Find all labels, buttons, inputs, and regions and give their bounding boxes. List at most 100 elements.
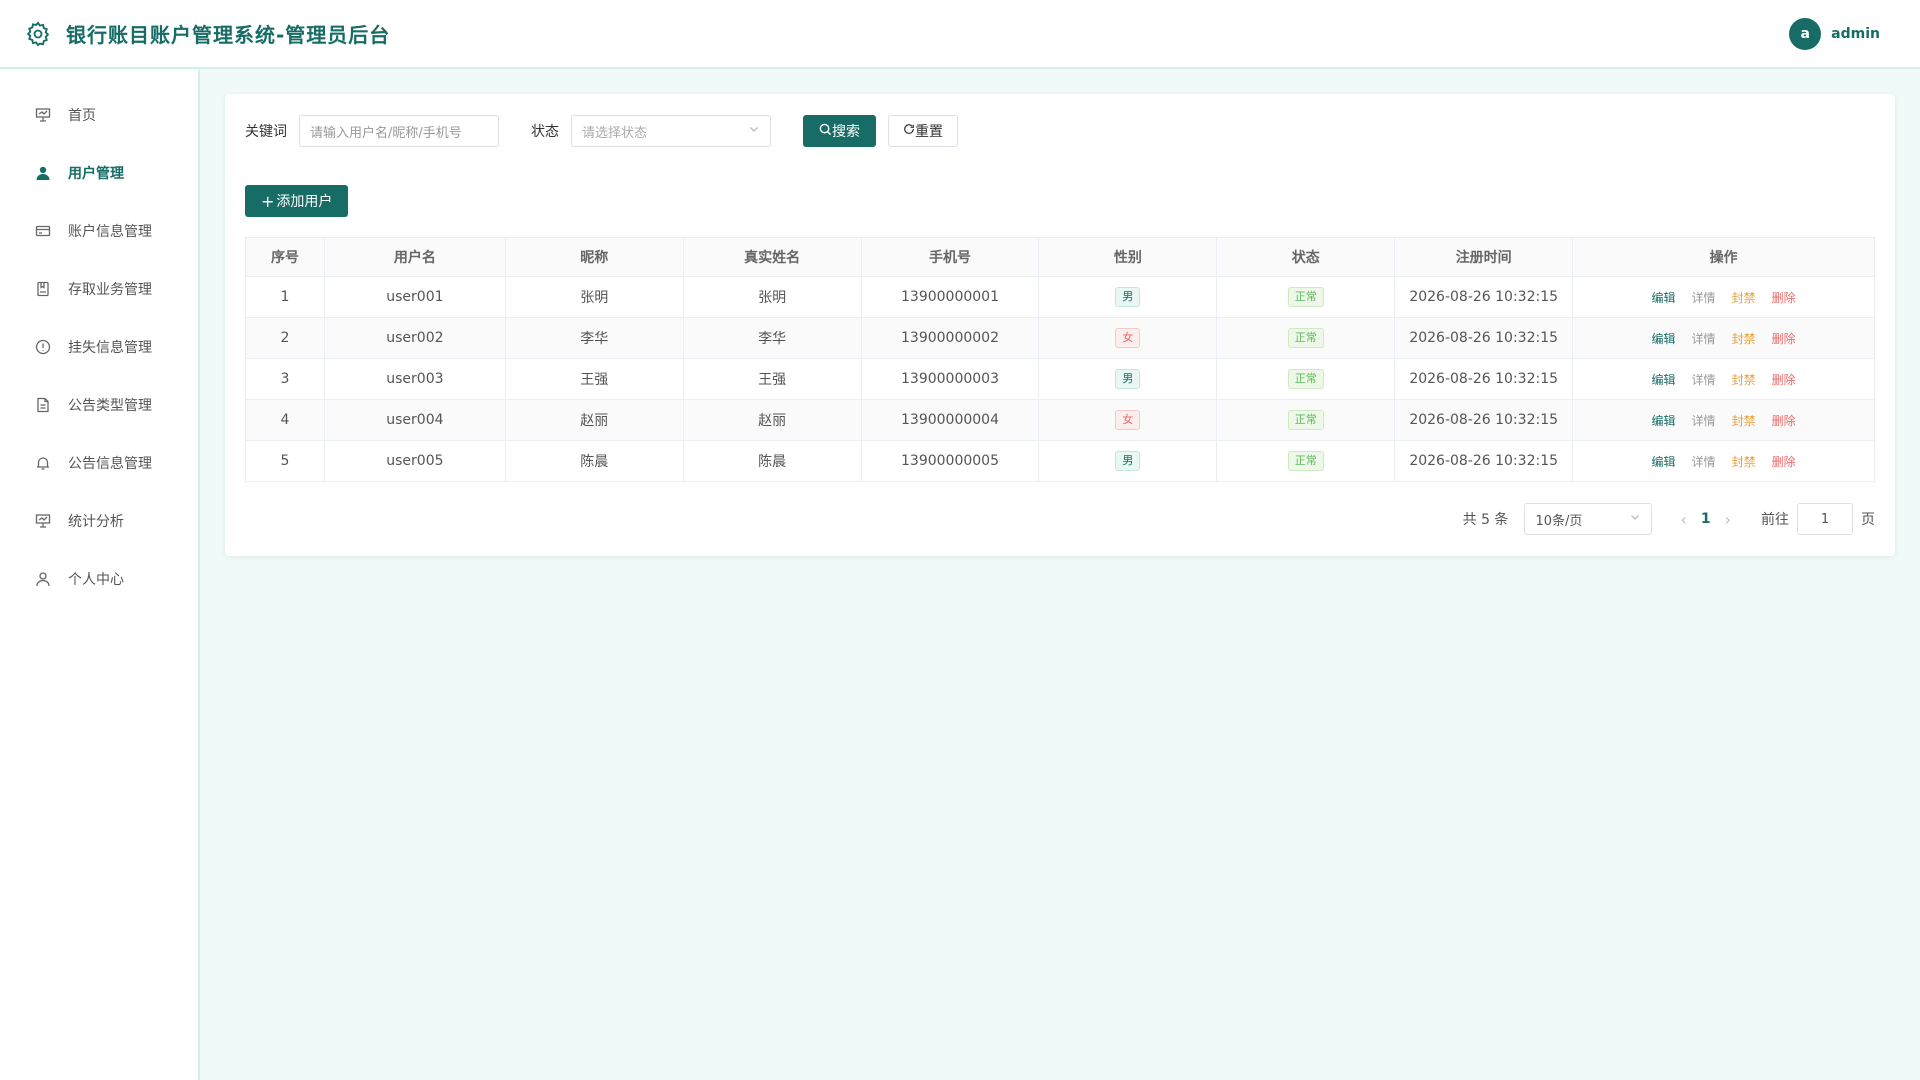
credit-card-icon <box>34 222 52 240</box>
edit-button[interactable]: 编辑 <box>1652 455 1676 469</box>
status-placeholder: 请选择状态 <box>582 125 648 141</box>
status-badge: 正常 <box>1287 369 1324 389</box>
cell-index: 5 <box>245 440 325 482</box>
sidebar-item-label: 个人中心 <box>68 572 124 588</box>
row-actions: 编辑 详情 封禁 删除 <box>1572 276 1875 318</box>
user-menu[interactable]: a admin <box>1789 18 1880 50</box>
goto-page-input[interactable]: 1 <box>1797 503 1853 535</box>
goto-label: 前往 <box>1761 512 1789 528</box>
cell-registered: 2026-08-26 10:32:15 <box>1394 317 1574 359</box>
ban-button[interactable]: 封禁 <box>1732 373 1756 387</box>
app-header: 银行账目账户管理系统-管理员后台 a admin <box>0 0 1920 69</box>
detail-button[interactable]: 详情 <box>1692 373 1716 387</box>
sidebar-item-label: 首页 <box>68 108 96 124</box>
sidebar-item-label: 公告信息管理 <box>68 456 152 472</box>
pagination: 共 5 条 10条/页 ‹ 1 › 前往 1 页 <box>1463 503 1875 535</box>
plus-icon: + <box>261 191 275 211</box>
status-select[interactable]: 请选择状态 <box>571 115 771 147</box>
next-page-button[interactable]: › <box>1725 510 1731 529</box>
sidebar-item-profile[interactable]: 个人中心 <box>0 550 198 608</box>
sidebar-item-label: 统计分析 <box>68 514 124 530</box>
add-user-button[interactable]: + 添加用户 <box>245 185 349 217</box>
sidebar-item-notices[interactable]: 公告信息管理 <box>0 434 198 492</box>
cell-phone: 13900000003 <box>860 358 1040 400</box>
page-size-value: 10条/页 <box>1535 513 1583 529</box>
cell-registered: 2026-08-26 10:32:15 <box>1394 276 1574 318</box>
row-actions: 编辑 详情 封禁 删除 <box>1572 440 1875 482</box>
sidebar-item-transactions[interactable]: 存取业务管理 <box>0 260 198 318</box>
detail-button[interactable]: 详情 <box>1692 455 1716 469</box>
delete-button[interactable]: 删除 <box>1772 373 1796 387</box>
edit-button[interactable]: 编辑 <box>1652 373 1676 387</box>
detail-button[interactable]: 详情 <box>1692 414 1716 428</box>
sidebar-item-label: 账户信息管理 <box>68 224 152 240</box>
chevron-down-icon <box>748 123 760 139</box>
detail-button[interactable]: 详情 <box>1692 291 1716 305</box>
keyword-input[interactable]: 请输入用户名/昵称/手机号 <box>299 115 499 147</box>
warning-icon <box>34 338 52 356</box>
cell-phone: 13900000004 <box>860 399 1040 441</box>
table-row: 4 user004 赵丽 赵丽 13900000004 女 正常 2026-08… <box>245 399 1875 441</box>
sidebar-item-home[interactable]: 首页 <box>0 86 198 144</box>
cell-username: user005 <box>323 440 506 482</box>
cell-phone: 13900000002 <box>860 317 1040 359</box>
cell-realname: 陈晨 <box>682 440 862 482</box>
avatar[interactable]: a <box>1789 18 1822 50</box>
cell-index: 3 <box>245 358 325 400</box>
cell-username: user002 <box>323 317 506 359</box>
sidebar: 首页 用户管理 账户信息管理 存取业务管理 挂失信息管理 公告类型管理 公告信息… <box>0 70 200 1080</box>
table-row: 3 user003 王强 王强 13900000003 男 正常 2026-08… <box>245 358 1875 400</box>
cell-nickname: 张明 <box>504 276 684 318</box>
detail-button[interactable]: 详情 <box>1692 332 1716 346</box>
sidebar-item-notice-types[interactable]: 公告类型管理 <box>0 376 198 434</box>
ban-button[interactable]: 封禁 <box>1732 332 1756 346</box>
cell-realname: 张明 <box>682 276 862 318</box>
status-label: 状态 <box>531 124 559 140</box>
cell-username: user001 <box>323 276 506 318</box>
table-row: 5 user005 陈晨 陈晨 13900000005 男 正常 2026-08… <box>245 440 1875 482</box>
status-badge: 正常 <box>1287 451 1324 471</box>
search-button[interactable]: 搜索 <box>803 115 876 147</box>
delete-button[interactable]: 删除 <box>1772 291 1796 305</box>
sidebar-item-loss-reports[interactable]: 挂失信息管理 <box>0 318 198 376</box>
gender-tag: 男 <box>1115 451 1141 471</box>
cell-nickname: 赵丽 <box>504 399 684 441</box>
search-button-label: 搜索 <box>832 124 860 140</box>
cell-registered: 2026-08-26 10:32:15 <box>1394 399 1574 441</box>
column-header: 用户名 <box>323 237 506 277</box>
cell-realname: 王强 <box>682 358 862 400</box>
ban-button[interactable]: 封禁 <box>1732 291 1756 305</box>
column-header: 操作 <box>1572 237 1875 277</box>
column-header: 性别 <box>1038 237 1218 277</box>
keyword-label: 关键词 <box>245 124 287 140</box>
reset-button[interactable]: 重置 <box>888 115 958 147</box>
column-header: 序号 <box>245 237 325 277</box>
table-row: 2 user002 李华 李华 13900000002 女 正常 2026-08… <box>245 317 1875 359</box>
page-number-current[interactable]: 1 <box>1701 511 1711 527</box>
person-outline-icon <box>34 570 52 588</box>
user-management-panel: 关键词 请输入用户名/昵称/手机号 状态 请选择状态 搜索 重置 + 添加用户 … <box>225 94 1895 556</box>
prev-page-button[interactable]: ‹ <box>1680 510 1686 529</box>
delete-button[interactable]: 删除 <box>1772 332 1796 346</box>
username[interactable]: admin <box>1831 26 1880 42</box>
gender-tag: 男 <box>1115 287 1141 307</box>
sidebar-item-label: 存取业务管理 <box>68 282 152 298</box>
cell-realname: 李华 <box>682 317 862 359</box>
ban-button[interactable]: 封禁 <box>1732 455 1756 469</box>
sidebar-item-statistics[interactable]: 统计分析 <box>0 492 198 550</box>
presentation-icon <box>34 512 52 530</box>
status-badge: 正常 <box>1287 287 1324 307</box>
add-user-label: 添加用户 <box>276 194 333 210</box>
delete-button[interactable]: 删除 <box>1772 455 1796 469</box>
sidebar-item-accounts[interactable]: 账户信息管理 <box>0 202 198 260</box>
edit-button[interactable]: 编辑 <box>1652 414 1676 428</box>
row-actions: 编辑 详情 封禁 删除 <box>1572 399 1875 441</box>
column-header: 真实姓名 <box>682 237 862 277</box>
ban-button[interactable]: 封禁 <box>1732 414 1756 428</box>
sidebar-item-users[interactable]: 用户管理 <box>0 144 198 202</box>
page-size-select[interactable]: 10条/页 <box>1524 503 1653 535</box>
row-actions: 编辑 详情 封禁 删除 <box>1572 358 1875 400</box>
delete-button[interactable]: 删除 <box>1772 414 1796 428</box>
edit-button[interactable]: 编辑 <box>1652 291 1676 305</box>
edit-button[interactable]: 编辑 <box>1652 332 1676 346</box>
